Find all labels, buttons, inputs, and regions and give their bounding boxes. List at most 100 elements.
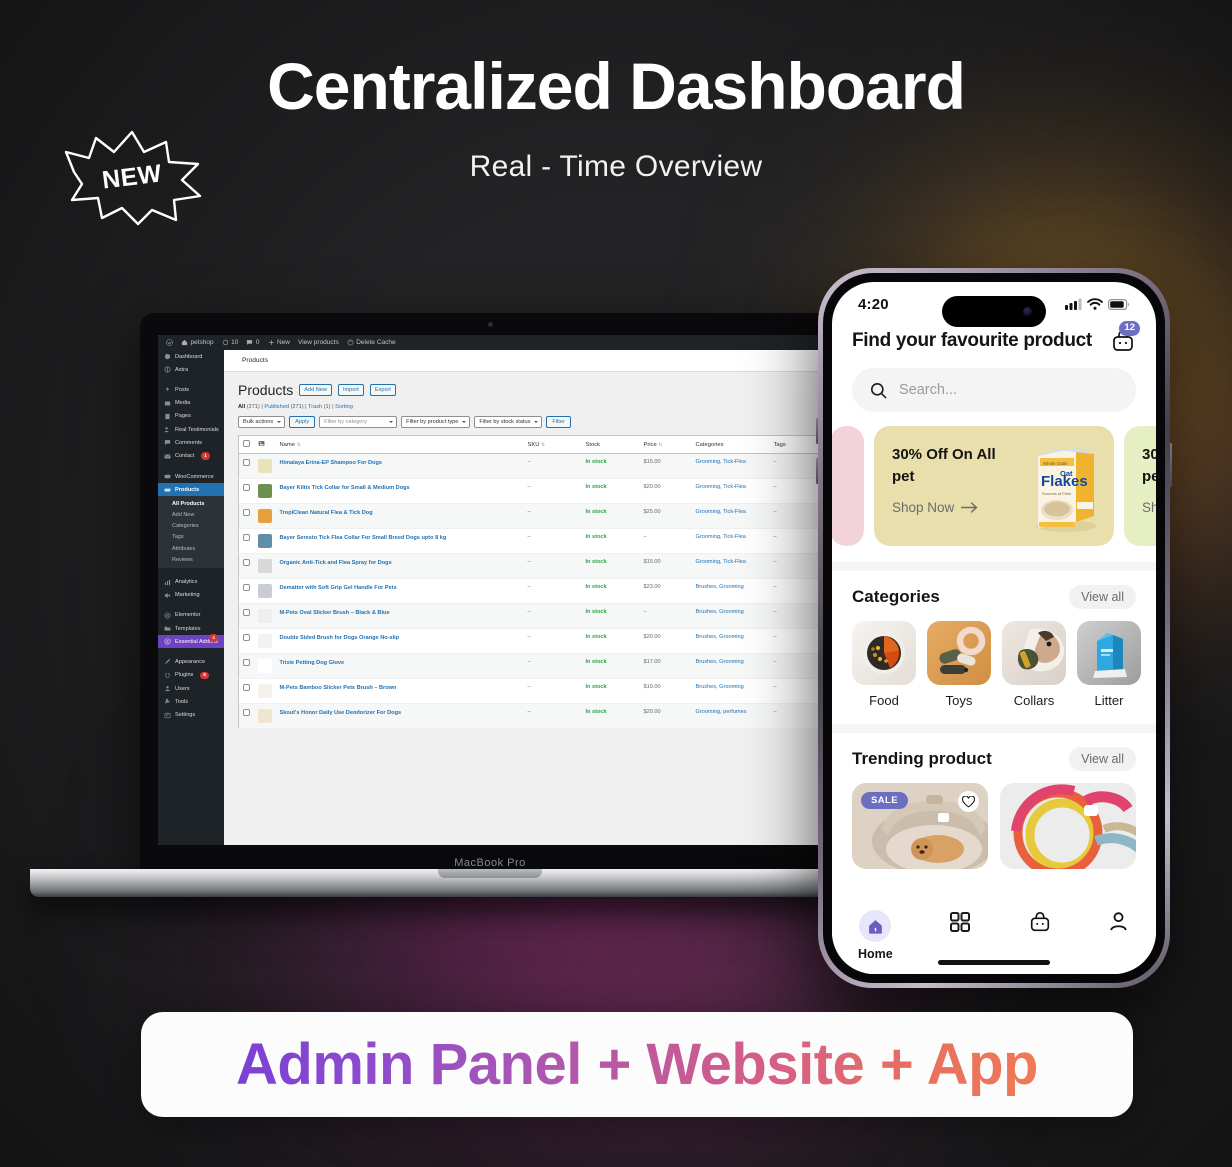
row-categories-cell[interactable]: Grooming, Tick-Flea (691, 478, 770, 504)
row-checkbox[interactable] (243, 584, 250, 591)
updates-item[interactable]: 10 (222, 339, 238, 346)
product-categories[interactable]: Grooming, Tick-Flea (696, 534, 746, 540)
delete-cache-item[interactable]: Delete Cache (347, 339, 396, 346)
sidebar-item-products[interactable]: Products (158, 483, 224, 497)
sidebar-item-real-testimonials[interactable]: Real Testimonials (158, 423, 224, 436)
sidebar-item-comments[interactable]: Comments (158, 436, 224, 449)
view-products-item[interactable]: View products (298, 339, 339, 346)
filter-button[interactable]: Filter (546, 416, 571, 428)
row-select-cell[interactable] (238, 628, 254, 654)
product-name[interactable]: Skout's Honor Daily Use Deodorizer For D… (280, 710, 402, 716)
row-name-cell[interactable]: TropiClean Natural Flea & Tick Dog (275, 503, 524, 529)
category-item-toys[interactable]: Toys (927, 621, 991, 708)
sidebar-item-analytics[interactable]: Analytics (158, 575, 224, 588)
sidebar-item-settings[interactable]: Settings (158, 709, 224, 722)
sidebar-item-contact[interactable]: Contact 1 (158, 449, 224, 463)
product-categories[interactable]: Brushes, Grooming (696, 684, 744, 690)
row-categories-cell[interactable]: Grooming, Tick-Flea (691, 528, 770, 554)
trending-view-all-button[interactable]: View all (1069, 747, 1136, 771)
tab-categories[interactable] (948, 910, 972, 934)
sidebar-item-users[interactable]: Users (158, 682, 224, 695)
row-checkbox[interactable] (243, 634, 250, 641)
trending-card-1[interactable]: SALE (852, 783, 988, 869)
row-name-cell[interactable]: M-Pets Oval Slicker Brush – Black & Blue (275, 603, 524, 629)
product-name[interactable]: Double Sided Brush for Dogs Orange No-sl… (280, 635, 400, 641)
table-row[interactable]: Double Sided Brush for Dogs Orange No-sl… (238, 628, 822, 654)
product-categories[interactable]: Brushes, Grooming (696, 584, 744, 590)
product-name[interactable]: M-Pets Oval Slicker Brush – Black & Blue (280, 610, 390, 616)
table-row[interactable]: Bayer Seresto Tick Flea Collar For Small… (238, 528, 822, 554)
th-select-all[interactable] (238, 435, 254, 454)
sidebar-item-marketing[interactable]: Marketing (158, 589, 224, 602)
row-checkbox[interactable] (243, 609, 250, 616)
row-select-cell[interactable] (238, 653, 254, 679)
product-categories[interactable]: Brushes, Grooming (696, 634, 744, 640)
row-categories-cell[interactable]: Brushes, Grooming (691, 578, 770, 604)
submenu-item-tags[interactable]: Tags (158, 532, 224, 543)
product-name[interactable]: Bayer Seresto Tick Flea Collar For Small… (280, 535, 447, 541)
product-categories[interactable]: Grooming, Tick-Flea (696, 484, 746, 490)
row-categories-cell[interactable]: Brushes, Grooming (691, 678, 770, 704)
table-row[interactable]: Bayer Kiltix Tick Collar for Small & Med… (238, 478, 822, 504)
sidebar-item-tools[interactable]: Tools (158, 695, 224, 708)
promo-carousel[interactable]: 30% Off On All pet Shop Now Whole Grain … (832, 426, 1156, 546)
add-new-button[interactable]: Add New (299, 384, 332, 396)
filter-by-stock-status-select[interactable]: Filter by stock status (474, 416, 543, 428)
row-categories-cell[interactable]: Brushes, Grooming (691, 653, 770, 679)
wp-logo-item[interactable] (166, 339, 173, 346)
row-checkbox[interactable] (243, 459, 250, 466)
sidebar-item-media[interactable]: Media (158, 397, 224, 410)
trending-card-2[interactable] (1000, 783, 1136, 869)
th-price[interactable]: Price ⇅ (639, 435, 692, 454)
categories-view-all-button[interactable]: View all (1069, 585, 1136, 609)
row-name-cell[interactable]: Double Sided Brush for Dogs Orange No-sl… (275, 628, 524, 654)
promo-cta-next[interactable]: Shop Now (1142, 500, 1156, 515)
import-button[interactable]: Import (337, 384, 364, 396)
promo-banner-active[interactable]: 30% Off On All pet Shop Now Whole Grain … (874, 426, 1114, 546)
row-categories-cell[interactable]: Grooming, Tick-Flea (691, 503, 770, 529)
sidebar-item-elementor[interactable]: Elementor (158, 609, 224, 622)
view-published-link[interactable]: Published (264, 404, 289, 410)
tab-cart[interactable] (1028, 910, 1052, 934)
row-categories-cell[interactable]: Brushes, Grooming (691, 628, 770, 654)
table-row[interactable]: Dematter with Soft Grip Gel Handle For P… (238, 578, 822, 604)
product-name[interactable]: Dematter with Soft Grip Gel Handle For P… (280, 585, 397, 591)
row-select-cell[interactable] (238, 578, 254, 604)
tab-profile[interactable] (1107, 910, 1130, 933)
new-item[interactable]: New (268, 339, 290, 346)
row-select-cell[interactable] (238, 528, 254, 554)
row-name-cell[interactable]: Dematter with Soft Grip Gel Handle For P… (275, 578, 524, 604)
category-item-collars[interactable]: Collars (1002, 621, 1066, 708)
row-name-cell[interactable]: Organic Anti-Tick and Flea Spray for Dog… (275, 553, 524, 579)
product-categories[interactable]: Grooming, Tick-Flea (696, 559, 746, 565)
wp-admin-bar[interactable]: petshop 10 0 New View products Delete Ca… (158, 335, 830, 350)
row-checkbox[interactable] (243, 709, 250, 716)
apply-button[interactable]: Apply (289, 416, 316, 428)
browser-tab-strip[interactable]: Products (224, 350, 830, 372)
row-name-cell[interactable]: Skout's Honor Daily Use Deodorizer For D… (275, 703, 524, 729)
category-item-litter[interactable]: Litter (1077, 621, 1141, 708)
submenu-item-add-new[interactable]: Add New (158, 509, 224, 520)
sidebar-item-plugins[interactable]: Plugins 6 (158, 669, 224, 683)
row-select-cell[interactable] (238, 503, 254, 529)
favourite-button[interactable] (958, 791, 979, 812)
view-sorting-link[interactable]: Sorting (335, 404, 353, 410)
product-categories[interactable]: Grooming, Tick-Flea (696, 509, 746, 515)
sidebar-item-appearance[interactable]: Appearance (158, 655, 224, 668)
filter-by-product-type-select[interactable]: Filter by product type (401, 416, 471, 428)
sidebar-item-woocommerce[interactable]: WooCommerce (158, 470, 224, 483)
product-name[interactable]: Trixie Petting Dog Glove (280, 660, 345, 666)
row-checkbox[interactable] (243, 534, 250, 541)
cart-button[interactable]: 12 (1110, 321, 1140, 354)
row-name-cell[interactable]: M-Pets Bamboo Slicker Pets Brush – Brown (275, 678, 524, 704)
sidebar-item-posts[interactable]: Posts (158, 383, 224, 396)
sidebar-item-astra[interactable]: Astra (158, 363, 224, 376)
promo-banner-next[interactable]: 30% Off On All pet Shop Now (1124, 426, 1156, 546)
row-checkbox[interactable] (243, 659, 250, 666)
submenu-item-all-products[interactable]: All Products (158, 498, 224, 509)
submenu-item-attributes[interactable]: Attributes (158, 543, 224, 554)
submenu-item-categories[interactable]: Categories (158, 521, 224, 532)
row-categories-cell[interactable]: Grooming, Tick-Flea (691, 453, 770, 479)
tab-home[interactable]: Home (858, 910, 893, 961)
table-row[interactable]: Skout's Honor Daily Use Deodorizer For D… (238, 703, 822, 729)
